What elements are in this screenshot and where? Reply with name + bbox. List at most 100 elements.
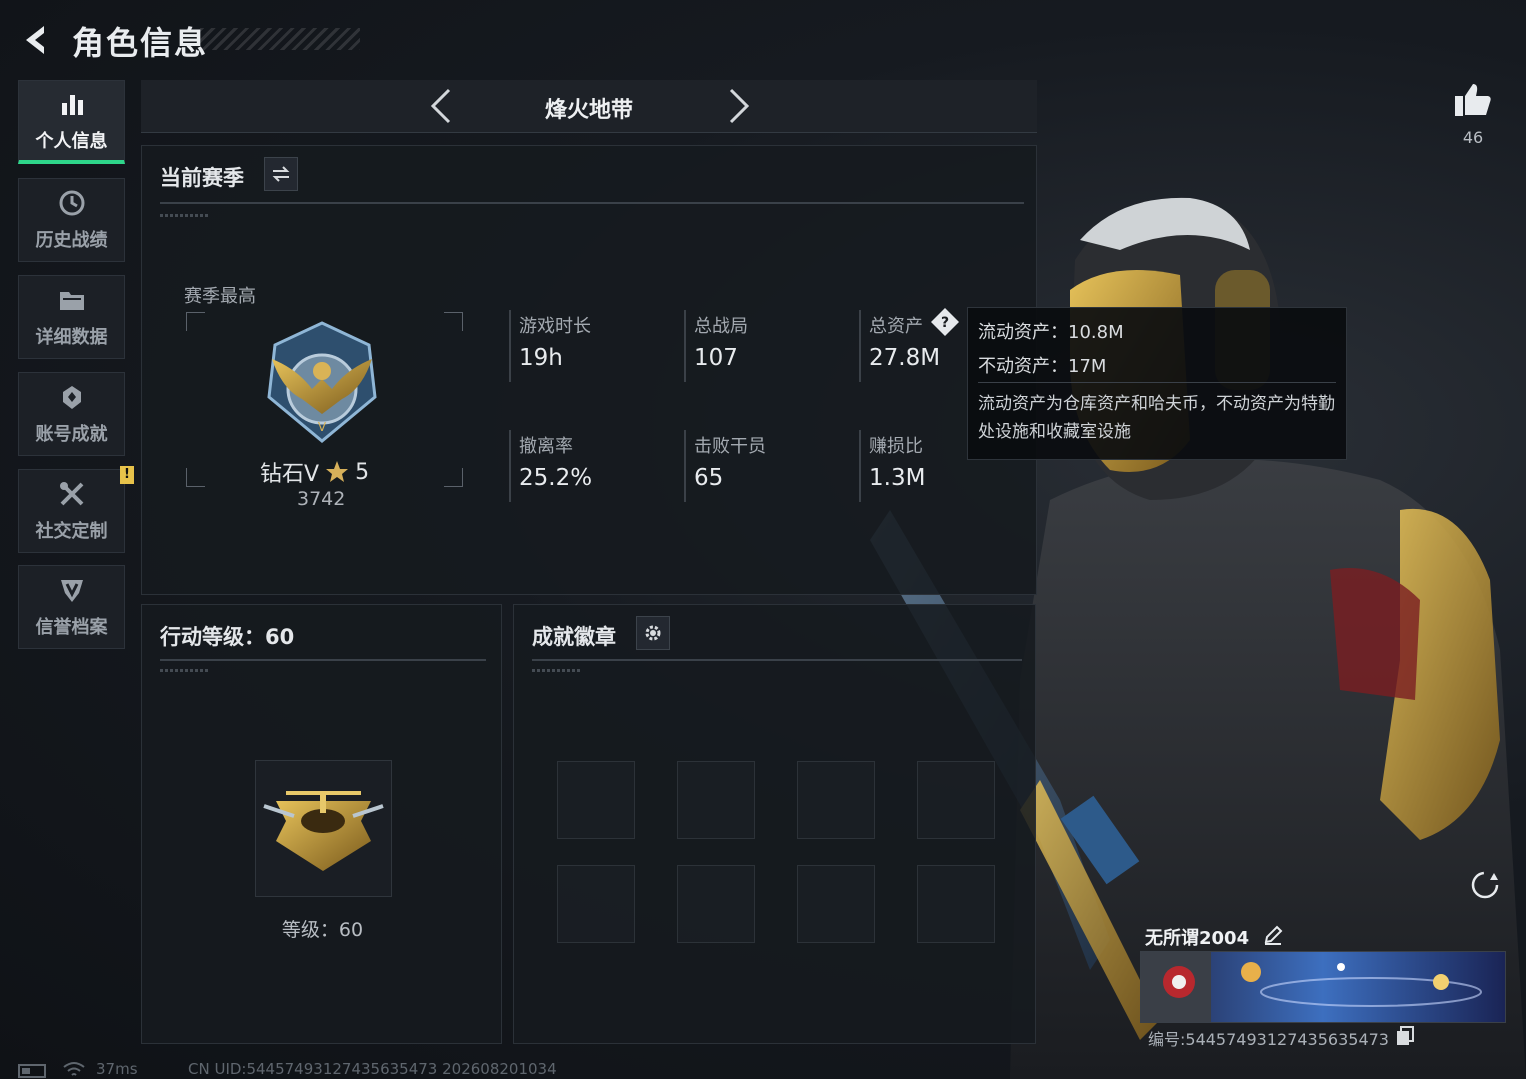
history-clock-icon (59, 190, 84, 216)
sidebar-item-personal-info[interactable]: 个人信息 (18, 80, 125, 164)
tooltip-liquid-assets: 流动资产：10.8M (978, 322, 1124, 343)
next-mode-arrow-icon[interactable] (719, 88, 755, 124)
ping-value: 37ms (96, 1060, 138, 1078)
stat-matches-label: 总战局 (694, 316, 748, 337)
assets-tooltip: 流动资产：10.8M 不动资产：17M 流动资产为仓库资产和哈夫币，不动资产为特… (967, 307, 1347, 460)
stat-profit-label: 赚损比 (869, 436, 923, 457)
season-best-label: 赛季最高 (184, 286, 256, 307)
stat-extract-value: 25.2% (519, 465, 593, 491)
svg-text:?: ? (941, 315, 949, 331)
stat-divider (859, 430, 861, 502)
mode-title: 烽火地带 (544, 98, 633, 123)
help-icon[interactable]: ? (930, 307, 960, 337)
player-name: 无所谓2004 (1145, 928, 1250, 949)
stat-kills-value: 65 (694, 465, 724, 491)
stat-kills-label: 击败干员 (694, 436, 766, 457)
sidebar-item-details[interactable]: 详细数据 (18, 275, 125, 359)
sidebar-item-achievements[interactable]: 账号成就 (18, 372, 125, 456)
badge-slot[interactable] (917, 761, 995, 839)
stat-divider (684, 310, 686, 382)
bar-chart-icon (61, 94, 83, 115)
level-text: 等级：60 (281, 919, 364, 941)
achievements-title: 成就徽章 (532, 625, 616, 649)
sidebar-item-label: 个人信息 (35, 130, 108, 152)
shield-v-icon (60, 580, 83, 602)
frame-corner (444, 468, 463, 487)
rank-name: 钻石V (260, 462, 320, 487)
stat-profit-value: 1.3M (869, 465, 926, 491)
player-banner[interactable] (1140, 951, 1506, 1023)
uid-text: CN UID:5445749312743563547​3 20260820103… (188, 1060, 557, 1078)
divider-dash (532, 669, 580, 672)
player-id: 编号:5445749312743563547​3 (1148, 1030, 1389, 1049)
switch-season-button[interactable] (264, 157, 298, 191)
rank-score: 3742 (297, 488, 346, 510)
stat-divider (509, 430, 511, 502)
banner-image (1141, 952, 1505, 1022)
like-count: 46 (1462, 128, 1484, 147)
tooltip-divider (978, 382, 1336, 383)
back-arrow-icon[interactable] (18, 22, 54, 58)
badge-slot[interactable] (677, 865, 755, 943)
sidebar-item-label: 社交定制 (35, 521, 108, 542)
edit-pencil-icon[interactable] (1262, 924, 1284, 946)
page-title: 角色信息 (72, 24, 209, 62)
helicopter-emblem-icon (263, 791, 384, 871)
tooltip-description: 流动资产为仓库资产和哈夫币，不动资产为特勤处设施和收藏室设施 (978, 394, 1335, 442)
rank-line: 钻石V 5 (260, 456, 369, 488)
title-decoration (200, 28, 360, 50)
copy-icon[interactable] (1396, 1026, 1414, 1046)
badge-slot[interactable] (557, 761, 635, 839)
mode-header: 烽火地带 (141, 80, 1037, 133)
divider (160, 202, 1024, 204)
frame-corner (444, 312, 463, 331)
achievement-icon (62, 386, 81, 409)
badge-slot[interactable] (677, 761, 755, 839)
badge-slot[interactable] (557, 865, 635, 943)
sidebar-item-history[interactable]: 历史战绩 (18, 178, 125, 262)
sidebar-item-social[interactable]: 社交定制 ! (18, 466, 134, 553)
sidebar-item-label: 详细数据 (35, 327, 108, 348)
divider-dash (160, 669, 208, 672)
tooltip-fixed-assets: 不动资产：17M (978, 356, 1107, 377)
season-panel: 当前赛季 赛季最高 V 钻石V 5 3742 游戏时长 19h 总战局 107 … (141, 145, 1037, 595)
stat-assets-label: 总资产 (869, 316, 923, 337)
star-icon (326, 461, 349, 482)
wifi-icon (63, 1062, 85, 1076)
sidebar-item-label: 历史战绩 (35, 230, 108, 251)
badge-slot[interactable] (917, 865, 995, 943)
stat-divider (509, 310, 511, 382)
stat-extract-label: 撤离率 (519, 436, 573, 457)
level-emblem-frame (255, 760, 392, 897)
swap-icon (272, 166, 290, 182)
badge-slot[interactable] (797, 865, 875, 943)
stat-divider (684, 430, 686, 502)
achievements-panel: 成就徽章 (513, 604, 1036, 1044)
stat-matches-value: 107 (694, 345, 738, 371)
rank-stars: 5 (355, 459, 370, 485)
notification-badge: ! (120, 466, 134, 484)
divider (160, 659, 486, 661)
sidebar-item-label: 信誉档案 (35, 617, 108, 638)
folder-icon (59, 292, 84, 310)
thumbs-up-icon[interactable] (1453, 82, 1493, 118)
badge-settings-button[interactable] (636, 616, 670, 650)
divider (532, 659, 1022, 661)
sidebar-item-reputation[interactable]: 信誉档案 (18, 565, 125, 649)
svg-text:V: V (318, 420, 327, 434)
tools-icon (59, 482, 83, 506)
sidebar-item-label: 账号成就 (35, 424, 108, 445)
badge-slot[interactable] (797, 761, 875, 839)
frame-corner (186, 468, 205, 487)
stat-divider (859, 310, 861, 382)
stat-playtime-label: 游戏时长 (519, 316, 591, 337)
divider-dash (160, 214, 208, 217)
action-level-panel: 行动等级：60 等级：60 (141, 604, 502, 1044)
frame-corner (186, 312, 205, 331)
action-level-title: 行动等级：60 (160, 625, 295, 649)
season-title: 当前赛季 (160, 166, 244, 190)
diamond-rank-emblem-icon: V (267, 321, 377, 443)
stat-assets-value: 27.8M (869, 345, 941, 371)
battery-icon (18, 1064, 46, 1078)
stat-playtime-value: 19h (519, 345, 563, 371)
